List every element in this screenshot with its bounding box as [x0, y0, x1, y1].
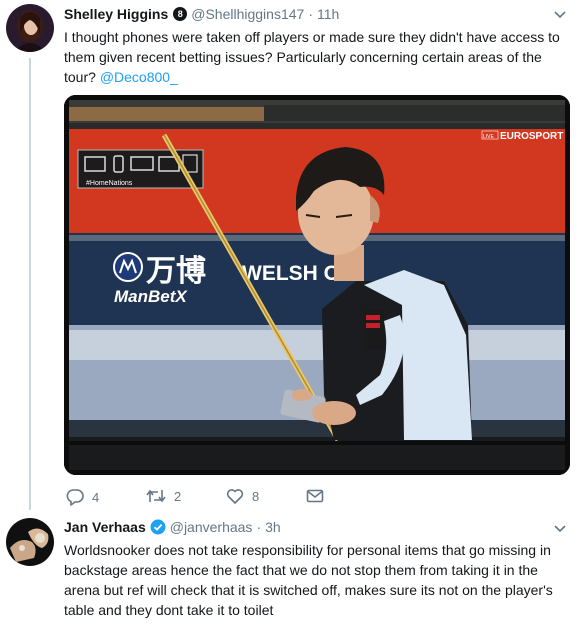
verified-icon — [150, 519, 166, 535]
reply-button[interactable]: 4 — [66, 488, 99, 506]
direct-message-button[interactable] — [306, 488, 332, 504]
badge-icon: 8 — [173, 7, 188, 21]
author-name[interactable]: Jan Verhaas — [64, 519, 146, 535]
like-count: 8 — [252, 488, 260, 504]
tweet-text: Worldsnooker does not take responsibilit… — [64, 542, 553, 618]
chevron-down-icon[interactable] — [554, 10, 566, 22]
event-name: WELSH O — [242, 262, 340, 285]
tweet-header: Jan Verhaas @janverhaas · 3h — [64, 519, 281, 535]
hashtag-overlay: #HomeNations — [86, 180, 133, 187]
retweet-button[interactable]: 2 — [146, 488, 181, 504]
reply-count: 4 — [92, 489, 100, 505]
reply-icon — [66, 488, 92, 506]
heart-icon — [226, 488, 252, 504]
tweet-media-image[interactable]: #HomeNations LIVE EUROSPORT 万博 ManBetX W… — [64, 95, 570, 475]
thread-line — [29, 58, 31, 510]
tweet-time[interactable]: 11h — [317, 6, 339, 22]
tweet-text: I thought phones were taken off players … — [64, 27, 570, 87]
sponsor-en: ManBetX — [114, 287, 188, 306]
tweet-time[interactable]: 3h — [265, 519, 281, 535]
chevron-down-icon[interactable] — [554, 524, 566, 536]
avatar-jan-verhaas[interactable] — [6, 518, 54, 566]
retweet-icon — [146, 488, 174, 504]
separator-dot: · — [256, 519, 262, 535]
avatar-shelley-higgins[interactable] — [6, 4, 54, 52]
author-handle[interactable]: @Shellhiggins147 — [191, 6, 304, 22]
sponsor-cn: 万博 — [146, 254, 206, 289]
envelope-icon — [306, 488, 332, 504]
live-tag: LIVE — [483, 134, 495, 140]
tweet-header: Shelley Higgins 8 @Shellhiggins147 · 11h — [64, 6, 339, 22]
author-name[interactable]: Shelley Higgins — [64, 6, 168, 22]
broadcaster-logo: EUROSPORT — [500, 131, 563, 142]
mention-link[interactable]: @Deco800_ — [100, 69, 178, 85]
separator-dot: · — [308, 6, 313, 22]
author-handle[interactable]: @janverhaas — [170, 519, 253, 535]
like-button[interactable]: 8 — [226, 488, 259, 504]
retweet-count: 2 — [174, 488, 182, 504]
